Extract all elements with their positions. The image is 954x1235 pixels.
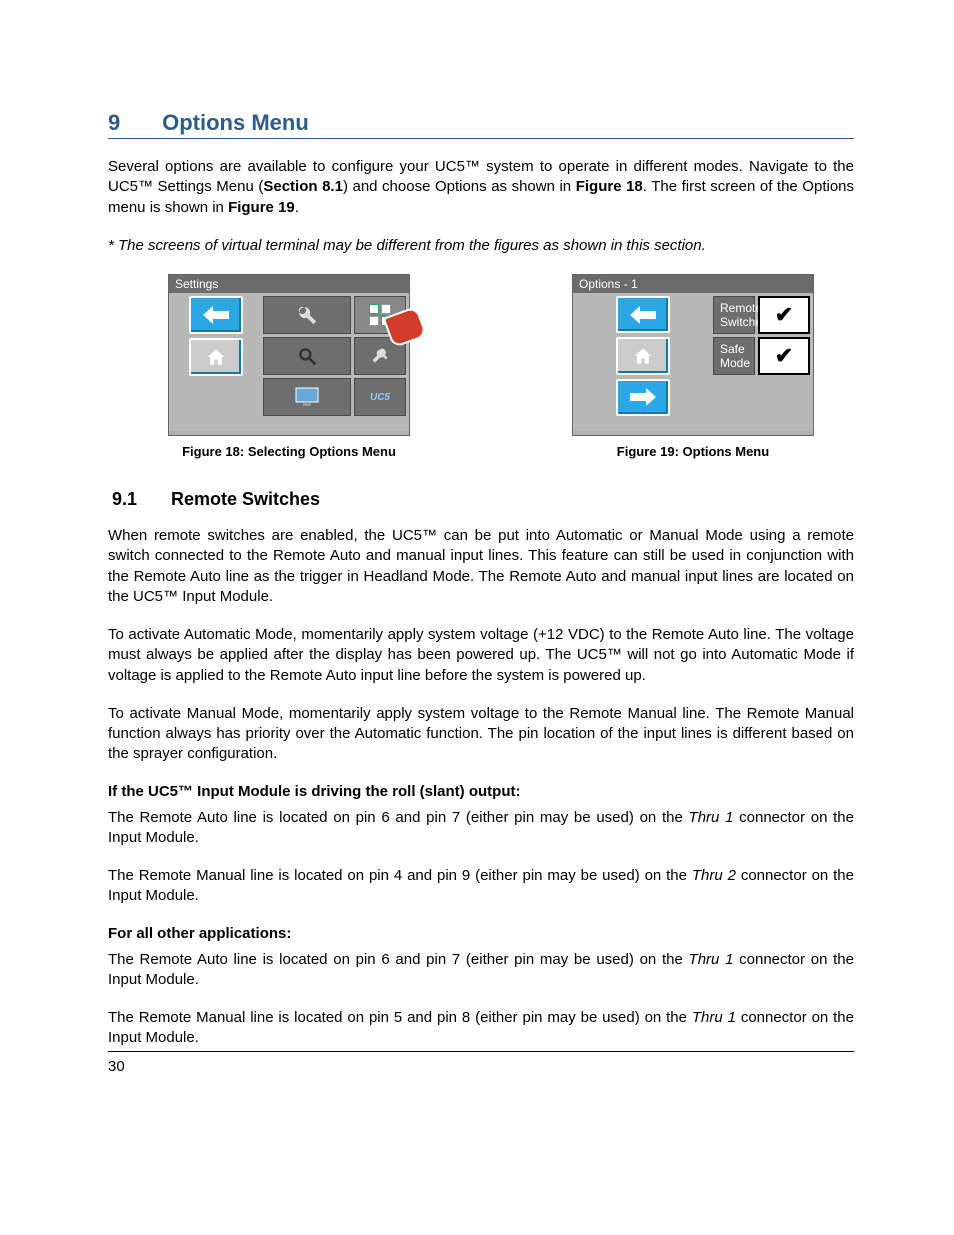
figure-19-caption: Figure 19: Options Menu: [617, 444, 769, 459]
back-arrow-icon[interactable]: [189, 296, 243, 334]
safe-mode-checkbox[interactable]: ✔: [758, 337, 810, 375]
sec91-p7: The Remote Manual line is located on pin…: [108, 1008, 854, 1049]
magnifier-icon[interactable]: [263, 337, 351, 375]
back-arrow-icon[interactable]: [616, 296, 670, 333]
home-icon[interactable]: [616, 337, 670, 374]
sec91-p4: The Remote Auto line is located on pin 6…: [108, 808, 854, 849]
sec91-sub1: If the UC5™ Input Module is driving the …: [108, 783, 854, 800]
settings-header: Settings: [169, 275, 409, 293]
chapter-number: 9: [108, 110, 156, 136]
figure-18-caption: Figure 18: Selecting Options Menu: [182, 444, 396, 459]
sec91-p3: To activate Manual Mode, momentarily app…: [108, 704, 854, 765]
chapter-heading: 9 Options Menu: [108, 110, 854, 139]
home-icon[interactable]: [189, 338, 243, 376]
figures-row: Settings ✔ ✔: [108, 274, 854, 459]
sec91-p5: The Remote Manual line is located on pin…: [108, 866, 854, 907]
options-screen: Options - 1 Remote Switches ✔: [572, 274, 814, 436]
figure-18: Settings ✔ ✔: [168, 274, 410, 459]
section-9-1-heading: 9.1 Remote Switches: [112, 489, 854, 510]
uc5-logo-button[interactable]: UC5: [354, 378, 406, 416]
wrench-icon[interactable]: [263, 296, 351, 334]
sec91-p1: When remote switches are enabled, the UC…: [108, 526, 854, 607]
remote-switches-checkbox[interactable]: ✔: [758, 296, 810, 334]
screens-note: * The screens of virtual terminal may be…: [108, 236, 854, 256]
remote-switches-label: Remote Switches: [713, 296, 755, 334]
sec91-p6: The Remote Auto line is located on pin 6…: [108, 950, 854, 991]
figure-19: Options - 1 Remote Switches ✔: [572, 274, 814, 459]
footer-rule: [108, 1051, 854, 1052]
chapter-title: Options Menu: [162, 110, 309, 135]
safe-mode-label: Safe Mode: [713, 337, 755, 375]
section-title: Remote Switches: [171, 489, 320, 509]
monitor-icon[interactable]: [263, 378, 351, 416]
sec91-p2: To activate Automatic Mode, momentarily …: [108, 625, 854, 686]
options-grid-icon[interactable]: ✔ ✔: [354, 296, 406, 334]
section-number: 9.1: [112, 489, 166, 510]
sec91-sub2: For all other applications:: [108, 925, 854, 942]
forward-arrow-icon[interactable]: [616, 379, 670, 416]
settings-screen: Settings ✔ ✔: [168, 274, 410, 436]
page-number: 30: [108, 1058, 854, 1075]
intro-paragraph: Several options are available to configu…: [108, 157, 854, 218]
options-header: Options - 1: [573, 275, 813, 293]
